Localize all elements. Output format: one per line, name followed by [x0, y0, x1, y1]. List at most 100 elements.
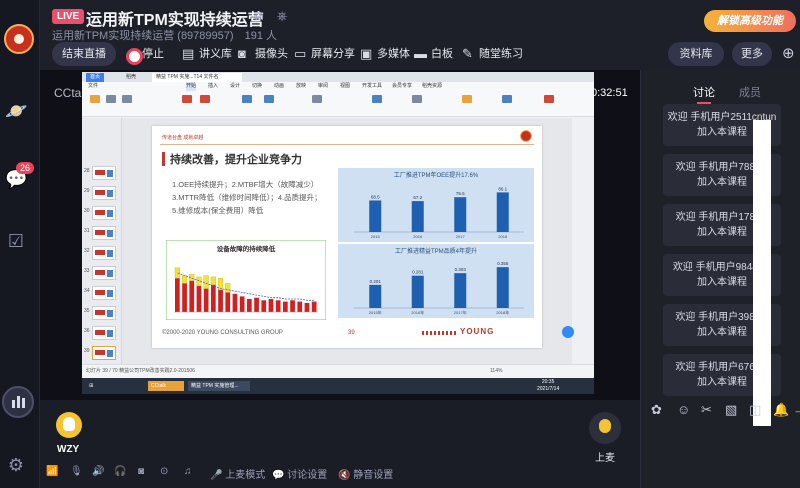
tab-members[interactable]: 成员: [739, 84, 761, 100]
wps-tab-home[interactable]: 首页: [86, 73, 105, 82]
channel-logo[interactable]: [4, 24, 34, 54]
bar: [496, 192, 509, 232]
menu-item-insert[interactable]: 插入: [208, 82, 218, 91]
chart-icon[interactable]: ◫: [749, 402, 761, 418]
slide-thumbnail-current[interactable]: [92, 346, 116, 360]
go-on-mic-label: 上麦: [595, 453, 615, 464]
tick-label: 2016: [413, 234, 423, 239]
course-id: 运用新TPM实现持续运营 (89789957): [52, 30, 234, 42]
book-icon: ▤: [182, 46, 195, 61]
cctalk-live-window: 🪐 💬 26 ☑ ⚙ LIVE 运用新TPM实现持续运营 ⧉ ⎈ 运用新TPM实…: [0, 0, 800, 488]
scissors-icon[interactable]: ✂: [701, 402, 712, 418]
tick-label: 2016年: [411, 309, 424, 315]
arrow-right-icon[interactable]: →: [793, 402, 800, 417]
chart-title: 工厂推进TPM年OEE提升17.6%: [394, 171, 479, 179]
tool-label: 多媒体: [377, 48, 410, 60]
volume-icon[interactable]: ♫: [184, 466, 192, 477]
settings-gear-icon[interactable]: ⚙: [5, 454, 27, 476]
bar-red: [275, 300, 281, 312]
zoom-level[interactable]: 114%: [490, 365, 502, 378]
stats-icon[interactable]: [2, 386, 34, 418]
bar-red: [203, 288, 209, 312]
menu-item-transition[interactable]: 切换: [252, 82, 262, 91]
tool-multimedia[interactable]: ▣ 多媒体: [360, 42, 410, 66]
mute-settings-button[interactable]: 🔇 静音设置: [338, 466, 393, 481]
bar-red: [175, 278, 180, 312]
add-icon[interactable]: ⊕: [782, 42, 795, 66]
slide-thumbnail[interactable]: [92, 266, 116, 280]
tool-quiz[interactable]: ✎ 随堂练习: [462, 42, 523, 66]
unlock-premium-button[interactable]: 解锁高级功能: [704, 10, 796, 32]
bar-red: [239, 296, 245, 312]
menu-item-member[interactable]: 会员专享: [392, 82, 412, 91]
wps-tab-bar: 首页 稻壳 精益 TPM 实施...T14 文件名: [82, 72, 594, 82]
chat-fab-icon[interactable]: [562, 326, 574, 338]
chat-input[interactable]: [647, 426, 797, 482]
menu-item-view[interactable]: 视图: [340, 82, 350, 91]
tool-label: 屏幕分享: [311, 48, 355, 60]
bar-red: [232, 293, 238, 312]
external-link-icon[interactable]: ⧉: [254, 8, 263, 23]
share-icon[interactable]: ⎈: [277, 8, 287, 23]
slide-thumbnail[interactable]: [92, 226, 116, 240]
bar-red: [261, 300, 267, 312]
left-rail: 🪐 💬 26 ☑ ⚙: [0, 0, 40, 488]
taskbar-cctalk[interactable]: CCtalk: [148, 381, 184, 391]
data-label: 75.6: [456, 191, 465, 196]
menu-item-home[interactable]: 开始: [186, 82, 197, 91]
image-icon[interactable]: ▧: [725, 402, 737, 418]
bar: [454, 197, 467, 232]
speaker-icon[interactable]: 🔊: [92, 466, 104, 477]
user-avatar[interactable]: [56, 412, 82, 438]
stop-button[interactable]: 停止: [122, 42, 164, 66]
tick-label: 2015: [371, 234, 381, 239]
go-on-mic-button[interactable]: [589, 412, 621, 444]
menu-item-devtools[interactable]: 开发工具: [362, 82, 382, 91]
tab-discussion[interactable]: 讨论: [693, 84, 715, 104]
tool-handout-library[interactable]: ▤ 讲义库: [182, 42, 232, 66]
emoji-icon[interactable]: ☺: [677, 402, 690, 417]
slide-thumbnail[interactable]: [92, 166, 116, 180]
discussion-settings-button[interactable]: 💬 讨论设置: [272, 466, 327, 481]
slide-thumbnail[interactable]: [92, 326, 116, 340]
vertical-scrollbar[interactable]: [572, 118, 594, 364]
more-button[interactable]: 更多: [732, 42, 772, 66]
menu-item-review[interactable]: 审阅: [318, 82, 328, 91]
bell-icon[interactable]: 🔔: [773, 402, 789, 418]
wps-tab-docer[interactable]: 稻壳: [122, 73, 140, 82]
taskbar-wps[interactable]: 精益 TPM 实施管理...: [188, 381, 250, 391]
slide-thumbnail[interactable]: [92, 306, 116, 320]
slide: 传道台盘 成就卓越 持续改善，提升企业竞争力 1.OEE持续提升；2.MTBF增…: [152, 126, 542, 348]
tick-label: 2015年: [369, 309, 382, 315]
tool-screen-share[interactable]: ▭ 屏幕分享: [294, 42, 355, 66]
user-name: WZY: [57, 444, 80, 455]
slide-thumbnail[interactable]: [92, 286, 116, 300]
flower-icon[interactable]: ✿: [651, 402, 662, 418]
mic-icon[interactable]: 🎙: [70, 466, 83, 477]
menu-item-file[interactable]: 文件: [88, 82, 98, 91]
mic-mode-button[interactable]: 🎤 上麦模式: [210, 466, 265, 481]
slide-thumbnail[interactable]: [92, 206, 116, 220]
menu-item-design[interactable]: 设计: [230, 82, 240, 91]
wps-tab-document[interactable]: 精益 TPM 实施...T14 文件名: [152, 73, 242, 82]
screen-share-icon: ▭: [294, 46, 307, 61]
menu-item-docer-resources[interactable]: 稻壳资源: [422, 82, 442, 91]
tick-label: 2018年: [496, 309, 509, 315]
record-icon[interactable]: ⊙: [160, 466, 168, 477]
screen-share-stage: CCta 0:32:51 首页 稻壳 精益 TPM 实施...T14 文件名 文…: [40, 70, 640, 400]
windows-start-icon[interactable]: ⊞: [86, 381, 96, 391]
tool-whiteboard[interactable]: ▬ 白板: [414, 42, 453, 66]
menu-item-animation[interactable]: 动画: [274, 82, 284, 91]
menu-item-slideshow[interactable]: 放映: [296, 82, 306, 91]
camera-toggle-icon[interactable]: ◙: [138, 466, 144, 477]
live-timer: 0:32:51: [591, 87, 628, 99]
tool-camera[interactable]: ◙ 摄像头: [238, 42, 288, 66]
slide-thumbnail[interactable]: [92, 246, 116, 260]
bar-red: [211, 284, 216, 312]
planet-icon[interactable]: 🪐: [5, 100, 27, 122]
headset-icon[interactable]: 🎧: [114, 466, 126, 477]
library-button[interactable]: 资料库: [668, 42, 724, 66]
slide-thumbnail[interactable]: [92, 186, 116, 200]
end-live-button[interactable]: 结束直播: [52, 42, 116, 66]
checkbox-icon[interactable]: ☑: [5, 230, 27, 252]
